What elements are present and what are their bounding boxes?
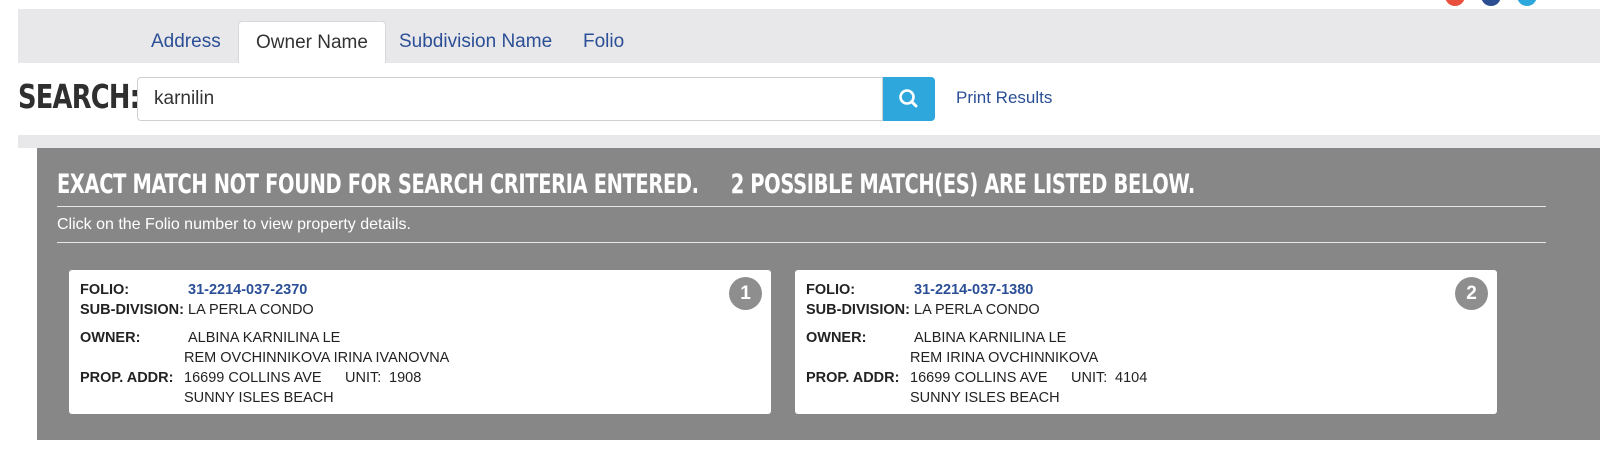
subdivision-value: LA PERLA CONDO	[914, 302, 1040, 318]
result-card: FOLIO: 31-2214-037-1380 SUB-DIVISION: LA…	[795, 270, 1497, 414]
results-subtitle: Click on the Folio number to view proper…	[57, 216, 411, 233]
subdivision-label: SUB-DIVISION:	[806, 302, 910, 318]
print-results-link[interactable]: Print Results	[956, 88, 1052, 108]
address-line2: SUNNY ISLES BEACH	[910, 390, 1060, 406]
folio-link[interactable]: 31-2214-037-2370	[188, 282, 307, 298]
divider	[57, 206, 1546, 207]
subdivision-label: SUB-DIVISION:	[80, 302, 184, 318]
address-line1: 16699 COLLINS AVE	[184, 370, 322, 386]
owner-line1: ALBINA KARNILINA LE	[914, 330, 1067, 346]
result-number-badge: 1	[729, 277, 762, 310]
social-icons	[1445, 0, 1575, 6]
social-icon-teal[interactable]	[1517, 0, 1537, 6]
address-line2: SUNNY ISLES BEACH	[184, 390, 334, 406]
search-button[interactable]	[883, 77, 935, 121]
results-panel: EXACT MATCH NOT FOUND FOR SEARCH CRITERI…	[37, 148, 1600, 440]
social-icon-red[interactable]	[1445, 0, 1465, 6]
results-title: EXACT MATCH NOT FOUND FOR SEARCH CRITERI…	[57, 169, 1195, 200]
subdivision-value: LA PERLA CONDO	[188, 302, 314, 318]
owner-line2: REM IRINA OVCHINNIKOVA	[910, 350, 1099, 366]
tab-folio[interactable]: Folio	[583, 21, 624, 63]
tab-owner-name[interactable]: Owner Name	[238, 21, 386, 63]
tab-subdivision-name[interactable]: Subdivision Name	[399, 21, 552, 63]
result-card: FOLIO: 31-2214-037-2370 SUB-DIVISION: LA…	[69, 270, 771, 414]
search-bar: SEARCH: Print Results	[18, 63, 1598, 135]
owner-line2: REM OVCHINNIKOVA IRINA IVANOVNA	[184, 350, 450, 366]
separator-strip	[18, 135, 1600, 148]
social-icon-navy[interactable]	[1481, 0, 1501, 6]
search-tabs: Address Owner Name Subdivision Name Foli…	[18, 9, 1600, 63]
owner-line1: ALBINA KARNILINA LE	[188, 330, 341, 346]
owner-label: OWNER:	[806, 330, 867, 346]
result-number-badge: 2	[1455, 277, 1488, 310]
unit-value: 1908	[389, 370, 422, 386]
unit-label: UNIT:	[1071, 370, 1108, 386]
tab-address[interactable]: Address	[151, 21, 221, 63]
address-label: PROP. ADDR:	[806, 370, 900, 386]
folio-link[interactable]: 31-2214-037-1380	[914, 282, 1033, 298]
search-icon	[899, 89, 918, 108]
folio-label: FOLIO:	[80, 282, 130, 298]
owner-label: OWNER:	[80, 330, 141, 346]
unit-label: UNIT:	[345, 370, 382, 386]
folio-label: FOLIO:	[806, 282, 856, 298]
divider	[57, 242, 1546, 243]
address-label: PROP. ADDR:	[80, 370, 174, 386]
unit-value: 4104	[1115, 370, 1148, 386]
search-input[interactable]	[137, 77, 883, 121]
address-line1: 16699 COLLINS AVE	[910, 370, 1048, 386]
search-label: SEARCH:	[18, 77, 140, 116]
